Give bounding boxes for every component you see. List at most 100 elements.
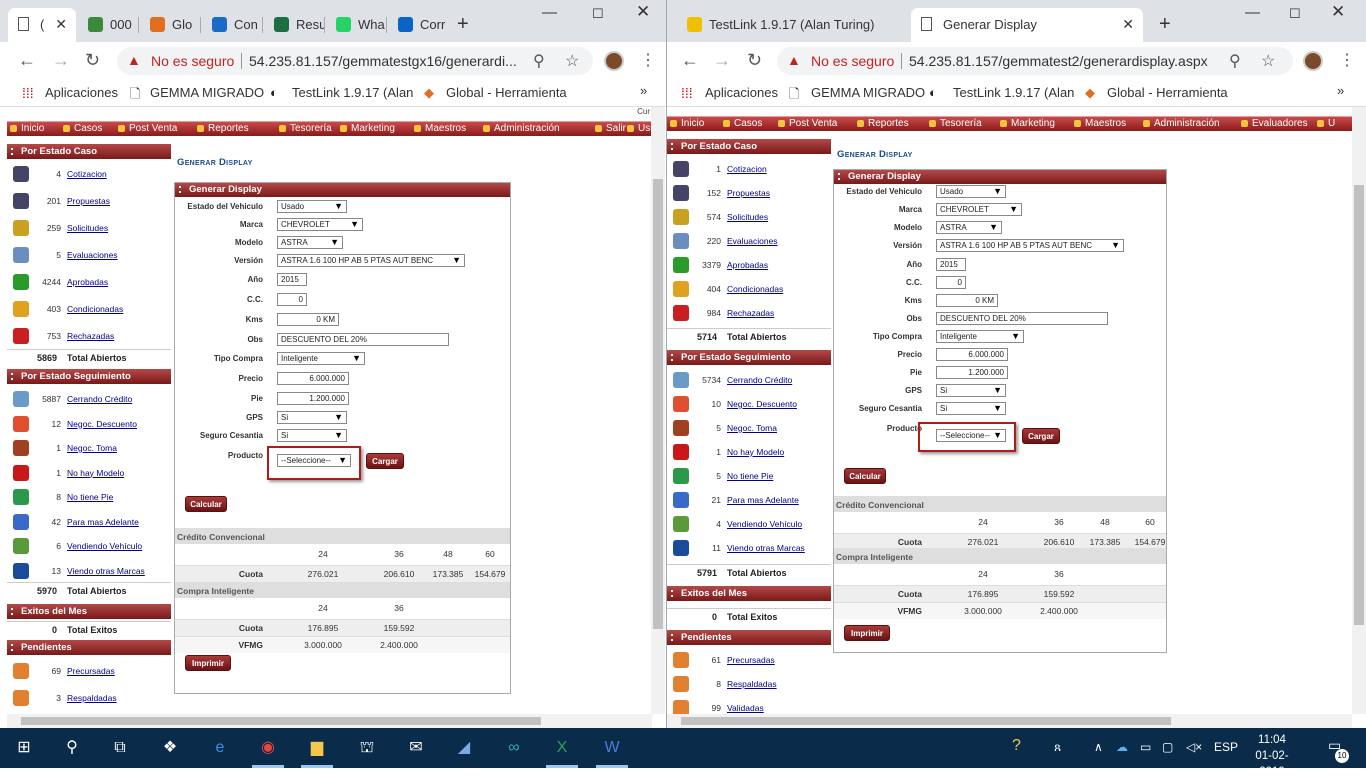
item-link[interactable]: Propuestas xyxy=(67,196,110,206)
maximize-button[interactable]: ☐ xyxy=(1289,6,1301,22)
list-item[interactable]: 5 Negoc. Toma xyxy=(667,417,831,441)
list-item[interactable]: 201 Propuestas xyxy=(7,190,171,214)
select-field[interactable]: Si xyxy=(277,429,347,442)
list-item[interactable]: 10 Negoc. Descuento xyxy=(667,393,831,417)
bookmark-gemma[interactable]: GEMMA MIGRADO xyxy=(811,85,925,100)
list-item[interactable]: 404 Condicionadas xyxy=(667,278,831,302)
bookmark-global[interactable]: Global - Herramienta xyxy=(1107,85,1228,100)
input-field[interactable]: 0 KM xyxy=(277,313,339,326)
list-item[interactable]: 12 Negoc. Descuento xyxy=(7,413,171,437)
file-explorer-icon[interactable]: ▆ xyxy=(305,736,329,760)
bookmark-apps[interactable]: Aplicaciones xyxy=(705,85,778,100)
list-item[interactable]: 99 Validadas xyxy=(667,697,831,714)
input-field[interactable]: 1.200.000 xyxy=(936,366,1008,379)
windows-start-icon[interactable]: ⊞ xyxy=(12,736,36,760)
item-link[interactable]: Condicionadas xyxy=(727,284,783,294)
item-link[interactable]: Para mas Adelante xyxy=(727,495,799,505)
select-field[interactable]: ASTRA 1.6 100 HP AB 5 PTAS AUT BENC xyxy=(936,239,1124,252)
list-item[interactable]: 4244 Aprobadas xyxy=(7,271,171,295)
item-link[interactable]: No tiene Pie xyxy=(67,492,113,502)
excel-icon[interactable]: X xyxy=(550,736,574,760)
apps-grid-icon[interactable]: ⁞⁞⁞ xyxy=(22,85,34,101)
menu-item[interactable]: Salir xyxy=(595,123,626,134)
task-view-icon[interactable]: ⧉ xyxy=(108,736,132,760)
select-field[interactable]: Inteligente xyxy=(936,330,1024,343)
browser-tab[interactable]: Glo xyxy=(140,8,200,42)
back-button[interactable]: ← xyxy=(681,50,699,71)
item-link[interactable]: Aprobadas xyxy=(67,277,108,287)
list-item[interactable]: 61 Precursadas xyxy=(667,649,831,673)
menu-item[interactable]: Tesorería xyxy=(929,118,982,129)
menu-item[interactable]: Administración xyxy=(483,123,560,134)
browser-tab[interactable]: TestLink 1.9.17 (Alan Turing) xyxy=(677,8,909,42)
item-link[interactable]: Cerrando Crédito xyxy=(727,375,792,385)
item-link[interactable]: Aprobadas xyxy=(727,260,768,270)
item-link[interactable]: Vendiendo Vehículo xyxy=(67,541,142,551)
cargar-button[interactable]: Cargar xyxy=(366,453,404,469)
list-item[interactable]: 753 Rechazadas xyxy=(7,325,171,349)
network-icon[interactable]: ▢ xyxy=(1162,740,1173,754)
input-field[interactable]: 0 xyxy=(936,276,966,289)
item-link[interactable]: Cotizacion xyxy=(727,164,767,174)
item-link[interactable]: Solicitudes xyxy=(67,223,108,233)
item-link[interactable]: No tiene Pie xyxy=(727,471,773,481)
select-field[interactable]: ASTRA xyxy=(277,236,343,249)
bookmark-gemma[interactable]: GEMMA MIGRADO xyxy=(150,85,264,100)
list-item[interactable]: 21 Para mas Adelante xyxy=(667,489,831,513)
minimize-button[interactable]: — xyxy=(542,4,557,21)
item-link[interactable]: Respaldadas xyxy=(727,679,777,689)
language-indicator[interactable]: ESP xyxy=(1214,740,1238,754)
select-field[interactable]: Usado xyxy=(936,185,1006,198)
apps-grid-icon[interactable]: ⁞⁞⁞ xyxy=(681,85,693,101)
star-icon[interactable]: ☆ xyxy=(565,51,579,71)
item-link[interactable]: Viendo otras Marcas xyxy=(67,566,145,576)
menu-item[interactable]: Casos xyxy=(723,118,762,129)
bookmark-global[interactable]: Global - Herramienta xyxy=(446,85,567,100)
app-icon[interactable]: ◢ xyxy=(452,736,476,760)
item-link[interactable]: Negoc. Toma xyxy=(727,423,777,433)
edge-icon[interactable]: e xyxy=(208,736,232,760)
close-tab-icon[interactable]: ✕ xyxy=(55,16,67,33)
menu-item[interactable]: Maestros xyxy=(414,123,466,134)
browser-tab[interactable]: (✕ xyxy=(8,8,76,42)
item-link[interactable]: Cerrando Crédito xyxy=(67,394,132,404)
browser-tab[interactable]: Resu xyxy=(264,8,324,42)
item-link[interactable]: Precursadas xyxy=(67,666,115,676)
browser-tab[interactable]: 000 xyxy=(78,8,138,42)
select-field[interactable]: Inteligente xyxy=(277,352,365,365)
select-field[interactable]: ASTRA xyxy=(936,221,1002,234)
menu-item[interactable]: Evaluadores xyxy=(1241,118,1308,129)
menu-item[interactable]: Tesorería xyxy=(279,123,332,134)
list-item[interactable]: 984 Rechazadas xyxy=(667,302,831,326)
list-item[interactable]: 152 Propuestas xyxy=(667,182,831,206)
list-item[interactable]: 5887 Cerrando Crédito xyxy=(7,388,171,412)
input-field[interactable]: 0 xyxy=(277,293,307,306)
close-tab-icon[interactable]: ✕ xyxy=(1122,16,1134,33)
browser-tab[interactable]: Generar Display ✕ xyxy=(911,8,1143,42)
list-item[interactable]: 3 Respaldadas xyxy=(7,687,171,711)
forward-button[interactable]: → xyxy=(52,50,70,71)
menu-item[interactable]: Reportes xyxy=(197,123,249,134)
select-field[interactable]: CHEVROLET xyxy=(936,203,1022,216)
chrome-icon[interactable]: ◉ xyxy=(256,736,280,760)
select-field[interactable]: ASTRA 1.6 100 HP AB 5 PTAS AUT BENC xyxy=(277,254,465,267)
vertical-scrollbar[interactable] xyxy=(1352,107,1366,714)
horizontal-scrollbar[interactable] xyxy=(667,714,1352,728)
list-item[interactable]: 3379 Aprobadas xyxy=(667,254,831,278)
item-link[interactable]: Evaluaciones xyxy=(727,236,778,246)
item-link[interactable]: No hay Modelo xyxy=(67,468,124,478)
bookmarks-overflow[interactable]: » xyxy=(1337,83,1344,98)
calcular-button[interactable]: Calcular xyxy=(844,468,886,484)
mail-icon[interactable]: ✉ xyxy=(404,736,428,760)
store-icon[interactable]: ⛫ xyxy=(355,736,379,760)
browser-tab[interactable]: Wha xyxy=(326,8,386,42)
menu-item[interactable]: Reportes xyxy=(857,118,909,129)
item-link[interactable]: Respaldadas xyxy=(67,693,117,703)
browser-tab[interactable]: Corr xyxy=(388,8,448,42)
item-link[interactable]: Validadas xyxy=(727,703,764,713)
new-tab-button[interactable]: + xyxy=(1159,13,1171,36)
calcular-button[interactable]: Calcular xyxy=(185,496,227,512)
item-link[interactable]: Rechazadas xyxy=(67,331,114,341)
horizontal-scrollbar[interactable] xyxy=(7,714,652,728)
item-link[interactable]: Negoc. Descuento xyxy=(67,419,137,429)
